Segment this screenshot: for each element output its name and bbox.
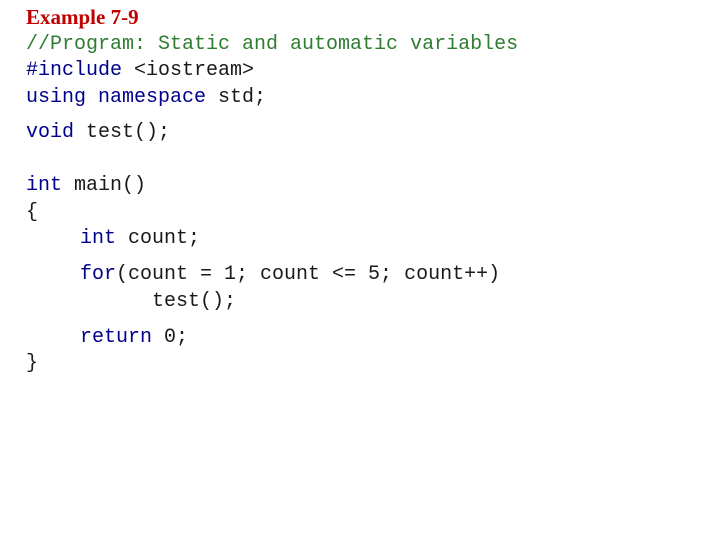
code-line-call: test();	[152, 289, 236, 315]
comment: //Program: Static and automatic variable…	[26, 33, 519, 56]
code-text: 0;	[152, 326, 189, 349]
code-text: {	[26, 201, 39, 224]
keyword: return	[80, 326, 153, 349]
code-text: count;	[116, 227, 201, 250]
code-line-return: return 0;	[80, 325, 188, 351]
keyword: #include	[26, 59, 123, 82]
example-title: Example 7-9	[26, 5, 139, 29]
code-line-include: #include <iostream>	[26, 58, 254, 84]
code-line-close-brace: }	[26, 351, 38, 377]
keyword: int	[26, 174, 63, 197]
code-line-prototype: void test();	[26, 120, 170, 146]
code-text: (count = 1; count <= 5; count++)	[116, 263, 501, 286]
code-text: main()	[62, 174, 147, 197]
code-text: std;	[206, 86, 267, 109]
code-line-main: int main()	[26, 173, 146, 199]
code-text: test();	[74, 121, 171, 144]
code-line-open-brace: {	[26, 200, 38, 226]
keyword: void	[26, 121, 75, 144]
keyword: int	[80, 227, 117, 250]
code-line-using: using namespace std;	[26, 85, 266, 111]
code-line-for: for(count = 1; count <= 5; count++)	[80, 262, 500, 288]
code-text: <iostream>	[122, 59, 255, 82]
code-text: }	[26, 352, 39, 375]
code-line-declare: int count;	[80, 226, 200, 252]
code-text: test();	[152, 290, 237, 313]
keyword: using namespace	[26, 86, 207, 109]
code-line-comment: //Program: Static and automatic variable…	[26, 32, 518, 58]
keyword: for	[80, 263, 117, 286]
